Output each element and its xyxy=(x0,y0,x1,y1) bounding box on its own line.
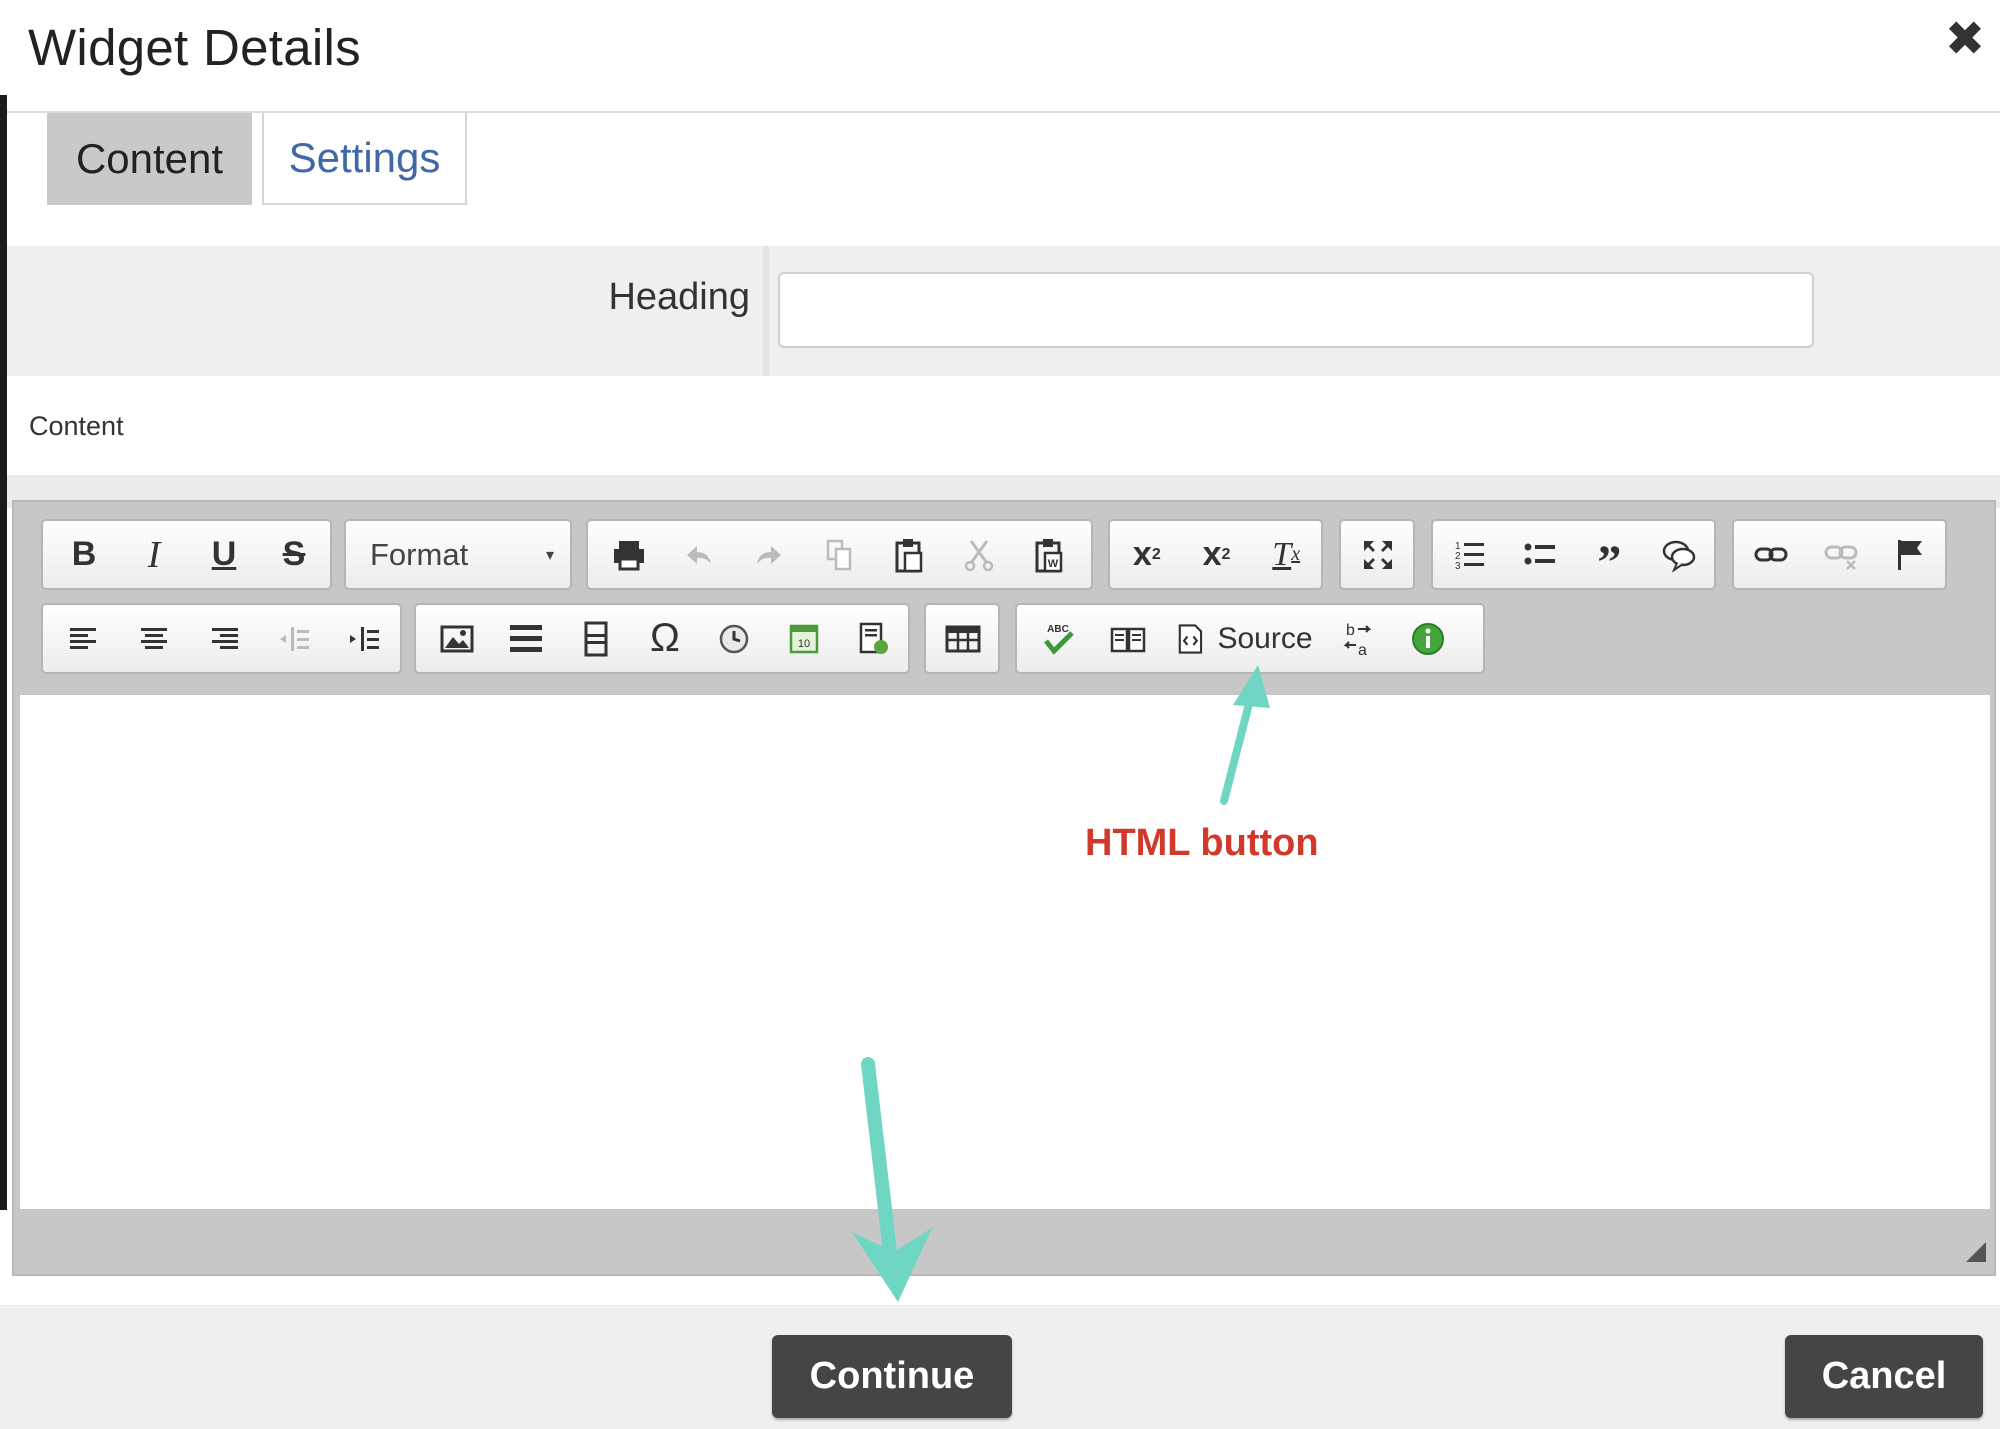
blockquote-icon[interactable]: ” xyxy=(1575,517,1645,593)
svg-text:W: W xyxy=(1048,558,1059,570)
outdent-icon[interactable] xyxy=(259,609,329,669)
align-right-icon[interactable] xyxy=(189,609,259,669)
insert-group: Ω 10 xyxy=(414,603,910,674)
bold-icon[interactable]: B xyxy=(49,525,119,585)
rich-text-editor: B I U S Format ▾ W x 2 x 2 T x 1 2 3 ” Ω… xyxy=(12,500,1996,1276)
italic-icon[interactable]: I xyxy=(119,525,189,585)
basic-styles-group: B I U S xyxy=(41,519,332,590)
format-group: Format ▾ xyxy=(344,519,572,590)
book-icon[interactable] xyxy=(1093,609,1163,669)
lists-group: 123 ” xyxy=(1431,519,1716,590)
clock-icon[interactable] xyxy=(700,609,769,669)
heading-divider xyxy=(763,246,769,376)
svg-text:b: b xyxy=(1346,622,1355,639)
indent-icon[interactable] xyxy=(329,609,399,669)
chevron-down-icon: ▾ xyxy=(545,546,554,564)
speech-bubble-icon[interactable] xyxy=(1644,525,1714,585)
editor-toolbar: B I U S Format ▾ W x 2 x 2 T x 1 2 3 ” Ω… xyxy=(14,502,1994,695)
heading-row: Heading xyxy=(7,246,2000,376)
dialog-title: Widget Details xyxy=(28,19,361,76)
superscript-icon[interactable]: x2 xyxy=(1182,525,1252,585)
page-break-icon[interactable] xyxy=(561,609,630,669)
clipboard-group: W xyxy=(586,519,1093,590)
template-icon[interactable] xyxy=(839,609,908,669)
format-label: Format xyxy=(370,536,469,572)
heading-label: Heading xyxy=(608,276,750,318)
strikethrough-icon[interactable]: S xyxy=(259,525,329,585)
source-label: Source xyxy=(1217,621,1313,655)
svg-text:10: 10 xyxy=(798,638,810,650)
svg-text:ABC: ABC xyxy=(1047,624,1069,635)
bulleted-list-icon[interactable] xyxy=(1505,525,1575,585)
annotation-html-button: HTML button xyxy=(1085,822,1319,864)
alignment-group xyxy=(41,603,402,674)
redo-icon[interactable] xyxy=(734,525,804,585)
cut-icon[interactable] xyxy=(944,525,1014,585)
svg-text:a: a xyxy=(1358,642,1367,659)
spellcheck-icon[interactable]: ABC xyxy=(1023,609,1093,669)
window-left-edge xyxy=(0,0,7,1210)
continue-button[interactable]: Continue xyxy=(772,1335,1012,1418)
maximize-icon[interactable] xyxy=(1343,525,1413,585)
source-file-icon xyxy=(1179,623,1203,654)
editor-content-area[interactable] xyxy=(20,695,1990,1209)
links-group xyxy=(1732,519,1947,590)
remove-format-icon[interactable]: Tx xyxy=(1251,525,1321,585)
table-group xyxy=(924,603,1000,674)
align-center-icon[interactable] xyxy=(119,609,189,669)
heading-input[interactable] xyxy=(778,272,1814,348)
script-group: x2 x2 Tx xyxy=(1108,519,1323,590)
align-left-icon[interactable] xyxy=(49,609,119,669)
image-icon[interactable] xyxy=(422,609,491,669)
resize-grip-icon[interactable] xyxy=(1966,1242,1986,1262)
copy-icon[interactable] xyxy=(804,525,874,585)
tab-settings[interactable]: Settings xyxy=(262,113,467,205)
unlink-icon[interactable] xyxy=(1806,525,1876,585)
paste-icon[interactable] xyxy=(874,525,944,585)
cancel-button[interactable]: Cancel xyxy=(1785,1335,1983,1418)
paste-word-icon[interactable]: W xyxy=(1014,525,1084,585)
anchor-flag-icon[interactable] xyxy=(1875,525,1945,585)
language-direction-icon[interactable]: ba xyxy=(1323,609,1393,669)
link-icon[interactable] xyxy=(1736,525,1806,585)
info-icon[interactable] xyxy=(1393,609,1463,669)
horizontal-rule-icon[interactable] xyxy=(491,609,560,669)
table-icon[interactable] xyxy=(928,609,998,669)
tab-content[interactable]: Content xyxy=(47,113,252,205)
print-icon[interactable] xyxy=(594,525,664,585)
source-button[interactable]: Source xyxy=(1163,609,1323,669)
tools-group: ABC Source ba xyxy=(1015,603,1485,674)
window-left-edge-gap xyxy=(0,0,7,95)
close-icon[interactable]: ✖ xyxy=(1944,16,1986,64)
underline-icon[interactable]: U xyxy=(189,525,259,585)
special-char-icon[interactable]: Ω xyxy=(630,609,699,669)
editor-status-bar xyxy=(14,1209,1994,1274)
svg-text:3: 3 xyxy=(1455,561,1461,572)
numbered-list-icon[interactable]: 123 xyxy=(1435,525,1505,585)
view-group xyxy=(1339,519,1415,590)
format-dropdown[interactable]: Format ▾ xyxy=(346,525,570,585)
undo-icon[interactable] xyxy=(664,525,734,585)
calendar-icon[interactable]: 10 xyxy=(769,609,838,669)
subscript-icon[interactable]: x2 xyxy=(1112,525,1182,585)
content-label: Content xyxy=(29,411,124,441)
